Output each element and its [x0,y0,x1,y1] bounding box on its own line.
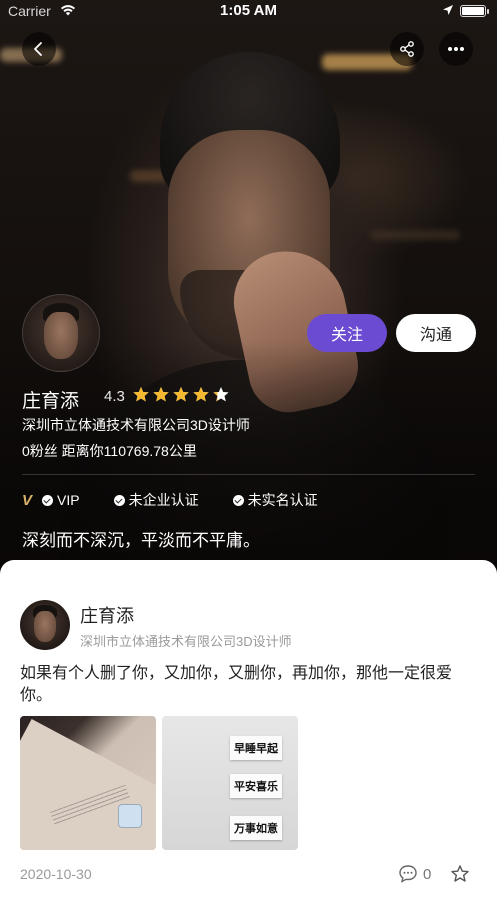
profile-stats: 0粉丝 距离你110769.78公里 [22,443,197,459]
star-icon [153,387,169,402]
battery-icon [460,5,489,17]
rating-stars [132,386,230,404]
realname-badge: 未实名认证 [232,490,318,510]
star-outline-icon[interactable] [450,864,470,884]
enterprise-badge: 未企业认证 [113,490,199,510]
star-icon [193,387,209,402]
location-arrow-icon [443,5,453,15]
comment-icon[interactable] [398,864,418,884]
status-bar: Carrier 1:05 AM [0,0,497,22]
profile-motto: 深刻而不深沉，平淡而不平庸。 [22,531,260,550]
profile-company-title: 深圳市立体通技术有限公司3D设计师 [22,417,250,433]
check-icon [232,494,244,506]
follow-button[interactable]: 关注 [307,314,387,352]
vip-badge: V VIP [22,492,80,509]
check-icon [113,494,125,506]
post-date: 2020-10-30 [20,866,92,882]
status-time: 1:05 AM [220,2,277,19]
check-icon [42,494,54,506]
chat-button[interactable]: 沟通 [396,314,476,352]
back-button[interactable] [22,32,56,66]
verification-badges: V VIP 未企业认证 未实名认证 [22,490,352,510]
post-image-1[interactable] [20,716,156,850]
comment-count: 0 [423,866,432,883]
note-card: 早睡早起 [230,736,282,760]
note-card: 平安喜乐 [230,774,282,798]
chevron-left-icon [34,42,42,56]
post-image-2[interactable]: 早睡早起 平安喜乐 万事如意 [162,716,298,850]
star-icon [173,387,189,402]
more-horizontal-icon [448,47,464,51]
vip-icon: V [22,491,33,509]
share-icon [400,41,414,57]
enterprise-label: 未企业认证 [128,492,199,508]
divider [22,474,475,475]
profile-name: 庄育添 [22,391,80,412]
post-text: 如果有个人删了你，又加你，又删你，再加你，那他一定很爱你。 [20,665,453,704]
vip-label: VIP [57,492,80,508]
share-button[interactable] [390,32,424,66]
star-icon [133,387,149,402]
rating-value: 4.3 [104,388,125,405]
more-button[interactable] [439,32,473,66]
post-card[interactable]: 庄育添 深圳市立体通技术有限公司3D设计师 如果有个人删了你，又加你，又删你，再… [0,560,497,900]
post-author-company: 深圳市立体通技术有限公司3D设计师 [80,634,292,649]
realname-label: 未实名认证 [247,492,318,508]
post-author-name: 庄育添 [80,606,134,626]
profile-avatar[interactable] [22,294,100,372]
note-card: 万事如意 [230,816,282,840]
post-author-avatar[interactable] [20,600,70,650]
star-icon [213,387,229,402]
